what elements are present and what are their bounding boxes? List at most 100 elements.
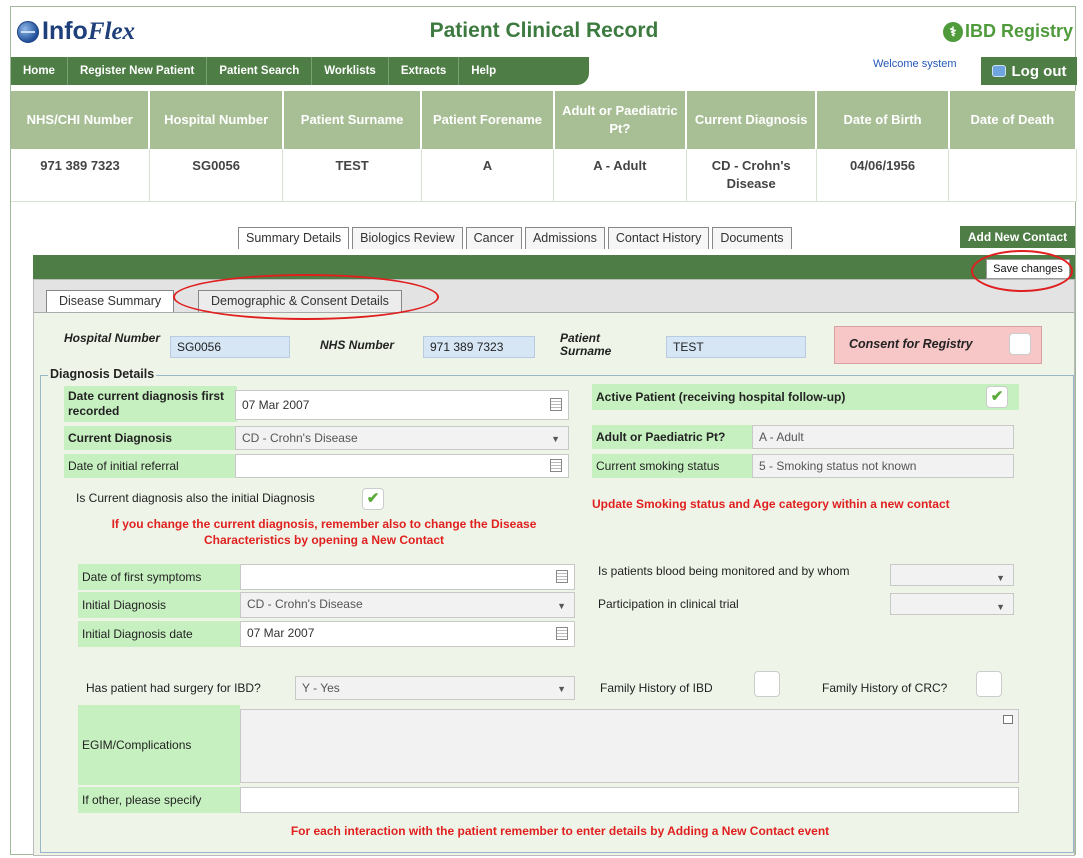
col-header-dob: Date of Birth [816,91,950,149]
add-new-contact-button[interactable]: Add New Contact [960,226,1075,248]
adult-paediatric-label: Adult or Paediatric Pt? [592,425,753,449]
initial-diagnosis-date-input[interactable]: 07 Mar 2007 [240,621,575,647]
warning-change-diagnosis: If you change the current diagnosis, rem… [111,517,537,547]
date-first-recorded-label: Date current diagnosis first recorded [64,386,237,422]
subtab-disease-summary[interactable]: Disease Summary [46,290,175,312]
col-header-dod: Date of Death [948,91,1078,149]
save-changes-button[interactable]: Save changes [986,259,1070,279]
calendar-icon[interactable] [556,570,568,583]
tab-summary-details[interactable]: Summary Details [238,227,350,249]
nav-home[interactable]: Home [11,57,68,85]
current-diagnosis-select[interactable]: CD - Crohn's Disease ▼ [235,426,569,450]
blood-monitored-label: Is patients blood being monitored and by… [598,564,850,578]
expand-icon[interactable] [1003,715,1013,724]
cell-dob: 04/06/1956 [816,149,950,202]
date-first-recorded-value: 07 Mar 2007 [242,398,310,412]
logout-icon [991,65,1006,77]
patient-surname-label: Patient Surname [560,331,612,358]
cell-hospital: SG0056 [149,149,284,202]
nav-register-new-patient[interactable]: Register New Patient [68,57,208,85]
cell-nhs: 971 389 7323 [11,149,150,202]
nav-patient-search[interactable]: Patient Search [207,57,313,85]
toolbar-bar [33,255,1075,279]
other-specify-input[interactable] [240,787,1019,813]
surgery-select[interactable]: Y - Yes ▼ [295,676,575,700]
adult-paediatric-field: A - Adult [752,425,1014,449]
first-symptoms-input[interactable] [240,564,575,590]
consent-label: Consent for Registry [849,337,973,351]
initial-referral-label: Date of initial referral [64,454,237,478]
page-title: Patient Clinical Record [429,19,659,42]
col-header-hospital: Hospital Number [149,91,284,149]
col-header-adult-paed: Adult or Paediatric Pt? [553,91,688,149]
initial-diagnosis-select[interactable]: CD - Crohn's Disease ▼ [240,592,575,618]
family-history-ibd-label: Family History of IBD [600,681,713,695]
consent-checkbox[interactable] [1009,333,1031,355]
app-window: Info Flex Patient Clinical Record ⚕ IBD R… [10,6,1078,856]
patient-surname-field: TEST [666,336,806,358]
is-initial-diagnosis-label: Is Current diagnosis also the initial Di… [76,491,315,505]
clinical-trial-select[interactable]: ▼ [890,593,1014,615]
hospital-number-label: Hospital Number [64,331,161,345]
chevron-down-icon: ▼ [996,573,1005,583]
current-diagnosis-label: Current Diagnosis [64,426,237,450]
surgery-label: Has patient had surgery for IBD? [86,681,261,695]
blood-monitored-select[interactable]: ▼ [890,564,1014,586]
clinical-trial-label: Participation in clinical trial [598,597,739,611]
calendar-icon[interactable] [550,398,562,411]
cell-dod [948,149,1077,202]
cell-surname: TEST [282,149,422,202]
family-history-crc-label: Family History of CRC? [822,681,948,695]
chevron-down-icon: ▼ [551,434,560,444]
active-patient-checkbox[interactable]: ✔ [986,386,1008,408]
consent-for-registry: Consent for Registry [834,326,1042,364]
first-symptoms-label: Date of first symptoms [78,564,240,590]
diagnosis-details-legend: Diagnosis Details [48,367,157,381]
chevron-down-icon: ▼ [996,602,1005,612]
cell-forename: A [421,149,555,202]
logout-button[interactable]: Log out [981,57,1077,85]
date-first-recorded-label-text: Date current diagnosis first recorded [68,389,225,418]
col-header-forename: Patient Forename [421,91,555,149]
current-diagnosis-value: CD - Crohn's Disease [242,431,358,445]
calendar-icon[interactable] [550,459,562,472]
family-history-ibd-checkbox[interactable] [754,671,780,697]
welcome-text: Welcome system [873,58,957,70]
nav-bar: Home Register New Patient Patient Search… [11,57,589,85]
ibd-registry-text: IBD Registry [964,21,1073,41]
chevron-down-icon: ▼ [557,601,566,611]
tab-biologics-review[interactable]: Biologics Review [352,227,463,249]
col-header-nhs: NHS/CHI Number [11,91,151,149]
tab-contact-history[interactable]: Contact History [607,227,710,249]
active-patient-label: Active Patient (receiving hospital follo… [592,384,1019,410]
egim-label: EGIM/Complications [78,705,240,785]
warning-new-contact: For each interaction with the patient re… [290,824,830,838]
cell-adult-paed: A - Adult [553,149,687,202]
calendar-icon[interactable] [556,627,568,640]
subtab-demographic-consent[interactable]: Demographic & Consent Details [198,290,402,312]
logout-label: Log out [1011,62,1067,80]
checkmark-icon: ✔ [366,490,380,507]
nav-extracts[interactable]: Extracts [389,57,460,85]
smoking-status-field: 5 - Smoking status not known [752,454,1014,478]
cell-diagnosis: CD - Crohn's Disease [686,149,817,202]
initial-diagnosis-label: Initial Diagnosis [78,592,240,618]
patient-banner-header-row: NHS/CHI Number Hospital Number Patient S… [11,91,1078,149]
initial-diagnosis-date-label: Initial Diagnosis date [78,621,240,647]
tab-admissions[interactable]: Admissions [524,227,605,249]
nav-worklists[interactable]: Worklists [312,57,389,85]
patient-banner-row: 971 389 7323 SG0056 TEST A A - Adult CD … [11,149,1077,202]
patient-banner-table: NHS/CHI Number Hospital Number Patient S… [11,91,1078,202]
family-history-crc-checkbox[interactable] [976,671,1002,697]
other-specify-label: If other, please specify [78,787,240,813]
tab-documents[interactable]: Documents [712,227,792,249]
checkmark-icon: ✔ [990,388,1004,405]
egim-textarea[interactable] [240,709,1019,783]
tab-cancer[interactable]: Cancer [465,227,522,249]
nav-help[interactable]: Help [459,57,508,85]
record-tabs: Summary Details Biologics Review Cancer … [238,227,795,249]
is-initial-diagnosis-checkbox[interactable]: ✔ [362,488,384,510]
initial-referral-input[interactable] [235,454,569,478]
date-first-recorded-input[interactable]: 07 Mar 2007 [235,390,569,420]
header: Info Flex Patient Clinical Record ⚕ IBD R… [11,7,1077,55]
